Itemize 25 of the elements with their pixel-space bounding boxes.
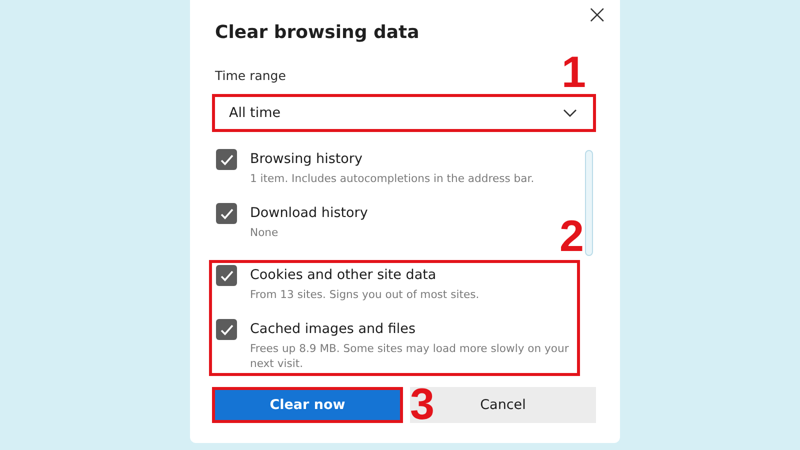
option-description: Frees up 8.9 MB. Some sites may load more slowly on your next visit. <box>250 341 570 371</box>
step-number: 2 <box>560 215 584 259</box>
option-title: Cookies and other site data <box>250 266 436 285</box>
close-icon[interactable]: × <box>586 2 608 28</box>
checkbox[interactable] <box>216 149 237 170</box>
time-range-dropdown[interactable]: All time <box>212 94 596 132</box>
option-title: Cached images and files <box>250 320 416 339</box>
scrollbar[interactable] <box>585 150 593 256</box>
option-description: 1 item. Includes autocompletions in the address bar. <box>250 171 534 186</box>
chevron-down-icon <box>563 109 577 117</box>
checkmark-icon <box>220 208 234 220</box>
checkbox[interactable] <box>216 265 237 286</box>
checkbox[interactable] <box>216 319 237 340</box>
option-description: From 13 sites. Signs you out of most sites. <box>250 287 480 302</box>
checkmark-icon <box>220 154 234 166</box>
dialog-title: Clear browsing data <box>215 21 420 45</box>
option-title: Browsing history <box>250 150 362 169</box>
option-description: None <box>250 225 278 240</box>
field-label: Time range <box>215 68 286 84</box>
checkmark-icon <box>220 270 234 282</box>
clear-now-button[interactable]: Clear now <box>212 387 403 423</box>
step-number: 1 <box>562 51 586 95</box>
checkbox[interactable] <box>216 203 237 224</box>
option-title: Download history <box>250 204 368 223</box>
checkmark-icon <box>220 324 234 336</box>
